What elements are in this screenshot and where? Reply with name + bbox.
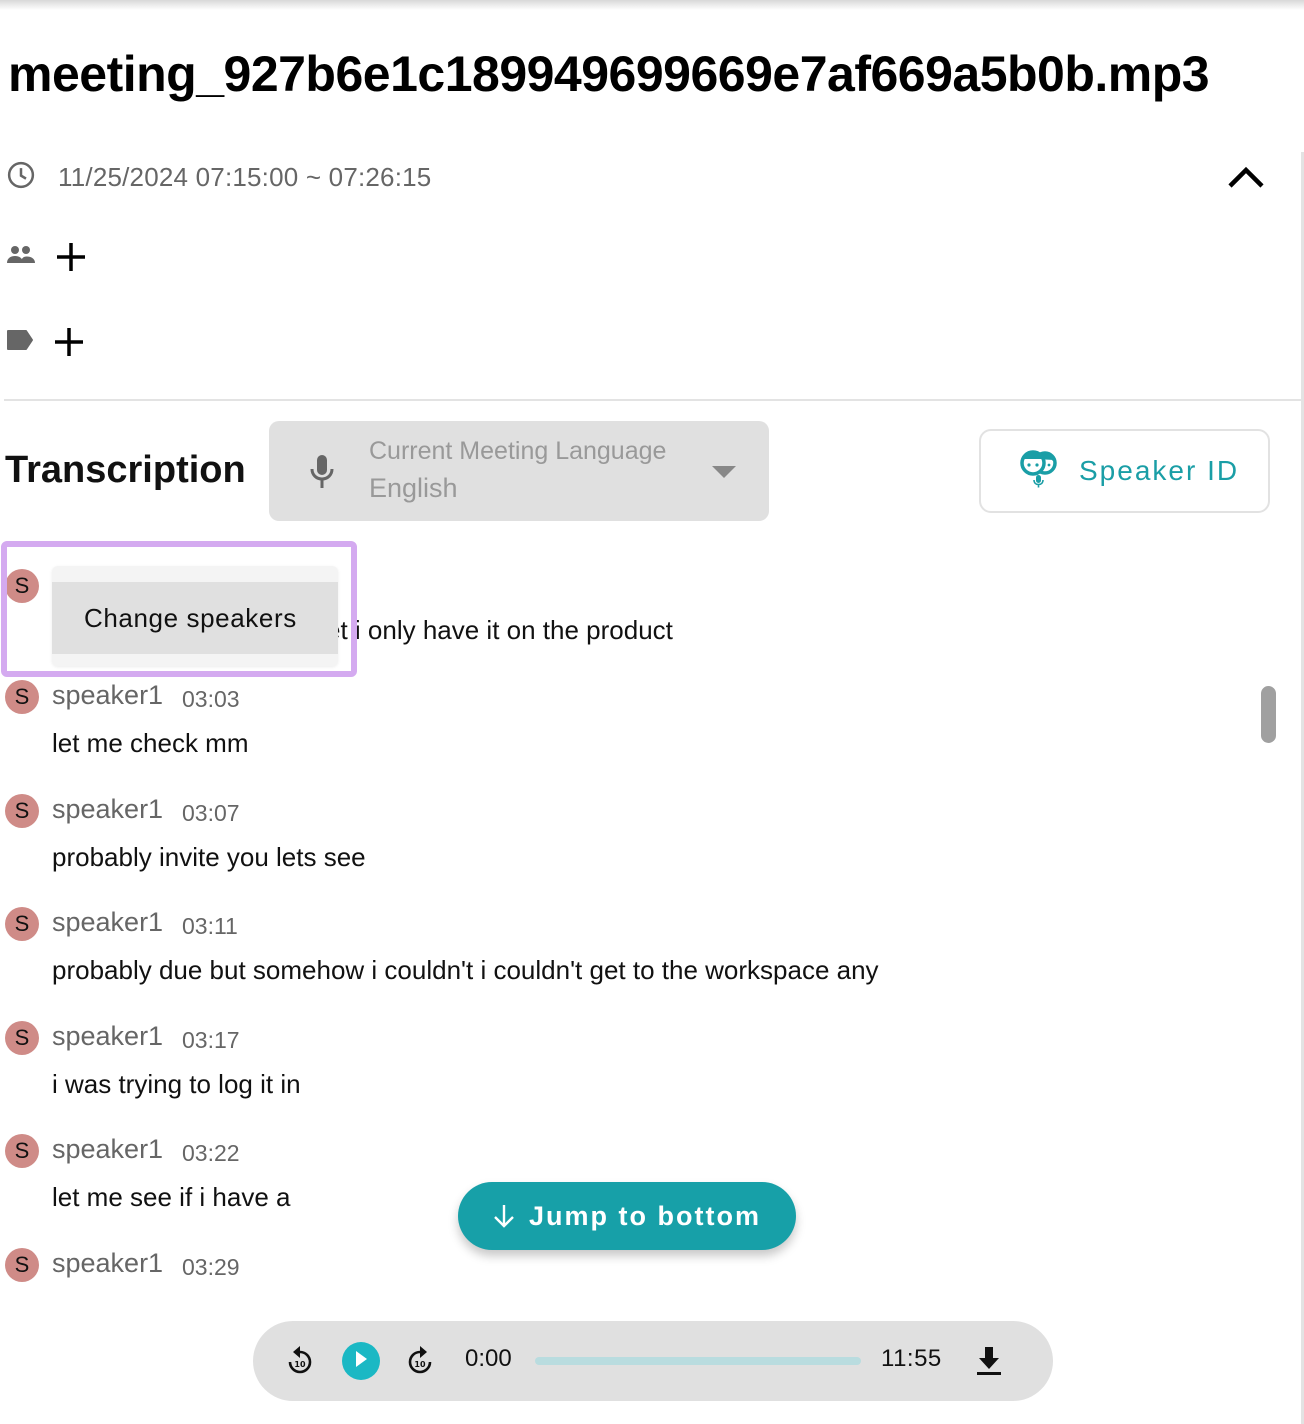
svg-text:10: 10 [294, 1360, 306, 1369]
utterance-text: let me check mm [52, 728, 249, 758]
duration: 11:55 [881, 1345, 942, 1372]
utterance-text: et i only have it on the product [326, 615, 673, 645]
playback-progress-bar[interactable] [535, 1357, 861, 1365]
mic-icon [307, 453, 337, 496]
speaker-avatar[interactable]: S [5, 1021, 39, 1055]
speaker-context-menu: Change speakers [52, 566, 338, 666]
speaker-avatar[interactable]: S [5, 680, 39, 714]
utterance-text: let me see if i have a [52, 1182, 291, 1212]
tags-row [6, 325, 86, 359]
speaker-avatar[interactable]: S [5, 569, 39, 603]
speaker-id-label: Speaker ID [1079, 455, 1240, 486]
speaker-id-button[interactable]: Speaker ID [979, 429, 1270, 513]
utterance-timestamp[interactable]: 03:22 [182, 1140, 240, 1167]
speaker-id-icon [1019, 449, 1059, 493]
speaker-name[interactable]: speaker1 [52, 1021, 163, 1052]
speaker-avatar[interactable]: S [5, 1134, 39, 1168]
time-row: 11/25/2024 07:15:00 ~ 07:26:15 [6, 160, 431, 195]
utterance-timestamp[interactable]: 03:17 [182, 1027, 240, 1054]
speaker-name[interactable]: speaker1 [52, 1134, 163, 1165]
utterance-timestamp[interactable]: 03:03 [182, 686, 240, 713]
svg-text:10: 10 [414, 1360, 426, 1369]
change-speakers-menu-item[interactable]: Change speakers [52, 582, 338, 654]
speaker-name[interactable]: speaker1 [52, 1248, 163, 1279]
utterance-text: probably invite you lets see [52, 842, 366, 872]
utterance-text: probably due but somehow i couldn't i co… [52, 955, 879, 985]
caret-down-icon [711, 465, 737, 484]
transcript-scrollbar[interactable] [1261, 686, 1276, 743]
speaker-name[interactable]: speaker1 [52, 680, 163, 711]
chevron-up-icon [1222, 166, 1270, 202]
jump-to-bottom-label: Jump to bottom [529, 1200, 761, 1231]
utterance-timestamp[interactable]: 03:29 [182, 1254, 240, 1281]
utterance-timestamp[interactable]: 03:07 [182, 800, 240, 827]
meeting-language-select[interactable]: Current Meeting Language English [269, 421, 769, 521]
utterance-timestamp[interactable]: 03:11 [182, 913, 238, 940]
speaker-avatar[interactable]: S [5, 907, 39, 941]
language-select-value: English [369, 473, 458, 503]
play-button[interactable] [342, 1342, 380, 1380]
add-tag-button[interactable] [52, 325, 86, 359]
meeting-title: meeting_927b6e1c189949699669e7af669a5b0b… [8, 46, 1210, 102]
current-time: 0:00 [465, 1345, 512, 1372]
utterance-text: i was trying to log it in [52, 1069, 301, 1099]
top-shadow [0, 0, 1304, 10]
clock-icon [6, 160, 36, 195]
people-icon [6, 243, 36, 272]
speaker-name[interactable]: speaker1 [52, 794, 163, 825]
transcription-heading: Transcription [5, 449, 246, 491]
label-icon [6, 329, 34, 356]
section-divider [4, 399, 1301, 401]
play-icon [354, 1350, 368, 1373]
forward-10-icon[interactable]: 10 [405, 1345, 435, 1382]
language-select-label: Current Meeting Language [369, 437, 667, 465]
download-icon[interactable] [975, 1345, 1003, 1382]
collapse-button[interactable] [1222, 158, 1270, 198]
audio-player: 10 10 0:00 11:55 [253, 1321, 1053, 1401]
speaker-avatar[interactable]: S [5, 1248, 39, 1282]
arrow-down-icon [493, 1203, 515, 1229]
participants-row [6, 240, 88, 274]
speaker-avatar[interactable]: S [5, 794, 39, 828]
jump-to-bottom-button[interactable]: Jump to bottom [458, 1182, 796, 1250]
meeting-time-range: 11/25/2024 07:15:00 ~ 07:26:15 [58, 162, 432, 192]
speaker-name[interactable]: speaker1 [52, 907, 163, 938]
rewind-10-icon[interactable]: 10 [285, 1345, 315, 1382]
add-participant-button[interactable] [54, 240, 88, 274]
